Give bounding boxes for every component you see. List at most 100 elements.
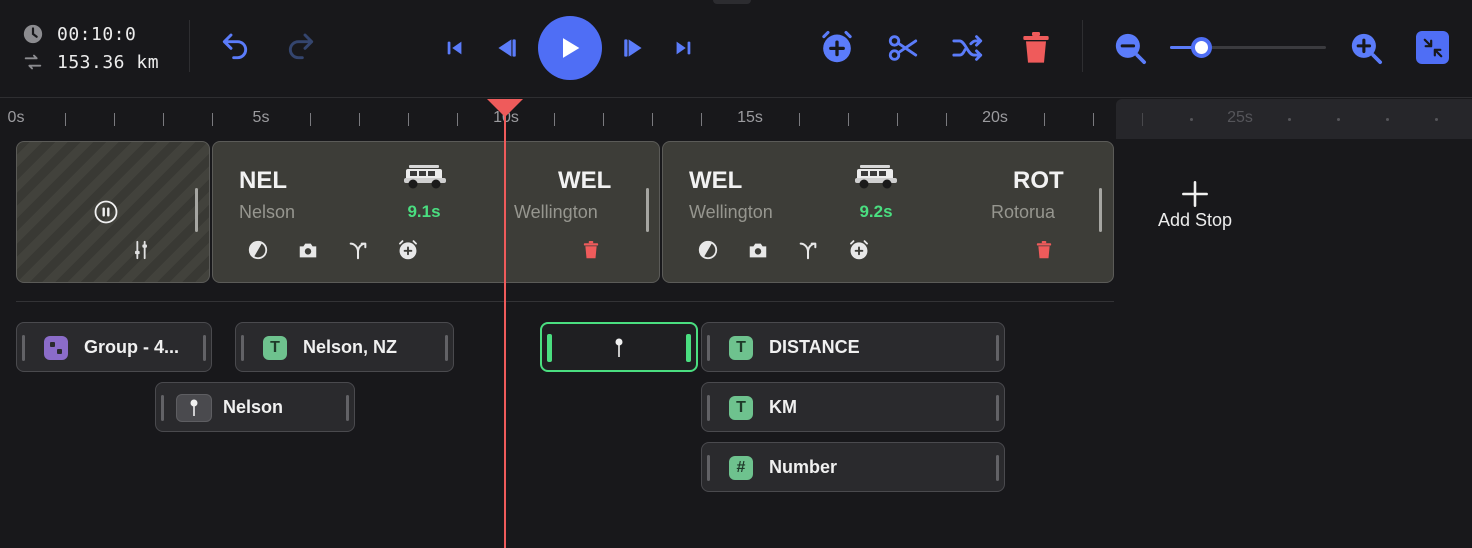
camera-button[interactable] [296, 238, 320, 262]
route-merge-button[interactable] [346, 238, 370, 262]
layer-number[interactable]: # Number [701, 442, 1005, 492]
ruler-tick [212, 113, 213, 126]
play-button[interactable] [538, 16, 602, 80]
pause-toggle[interactable] [94, 200, 118, 224]
camera-button[interactable] [746, 238, 770, 262]
map-style-button[interactable] [246, 238, 270, 262]
chip-right-handle[interactable] [686, 334, 691, 362]
playhead-handle[interactable] [487, 99, 523, 117]
sliders-icon [135, 240, 147, 260]
step-forward-icon [624, 39, 642, 57]
zoom-in-button[interactable] [1348, 30, 1384, 66]
skip-to-start-button[interactable] [443, 36, 467, 60]
zoom-slider[interactable] [1170, 37, 1326, 58]
chip-left-handle[interactable] [707, 395, 710, 421]
merge-icon [799, 242, 817, 260]
add-alarm-button[interactable] [847, 238, 871, 262]
text-icon: T [729, 396, 753, 420]
layer-group[interactable]: Group - 4... [16, 322, 212, 372]
skip-to-end-button[interactable] [671, 36, 695, 60]
delete-segment-button[interactable] [1032, 238, 1056, 262]
segment-card-nel-wel[interactable]: NEL Nelson 9.1s WEL Wellington [212, 141, 660, 283]
map-style-button[interactable] [696, 238, 720, 262]
chip-right-handle[interactable] [996, 455, 999, 481]
zoom-in-icon [1351, 33, 1383, 65]
split-button[interactable] [885, 30, 921, 66]
layer-label: Group - 4... [84, 337, 180, 357]
skip-end-icon [676, 41, 691, 55]
segment-to-city: Rotorua [991, 202, 1056, 222]
panel-grab-handle[interactable] [713, 0, 751, 4]
segment-to-code: WEL [558, 167, 612, 194]
collapse-icon [1423, 38, 1442, 57]
redo-button[interactable] [284, 30, 318, 64]
chip-left-handle[interactable] [547, 334, 552, 362]
playhead-line[interactable] [504, 99, 506, 548]
layer-pin-selected[interactable] [540, 322, 698, 372]
chip-right-handle[interactable] [203, 335, 206, 361]
ruler-dot [1386, 118, 1389, 121]
layer-text-nelson-nz[interactable]: T Nelson, NZ [235, 322, 454, 372]
ruler-tick [799, 113, 800, 126]
add-alarm-button[interactable] [396, 238, 420, 262]
layer-label: Number [769, 457, 838, 477]
delete-segment-button[interactable] [579, 238, 603, 262]
chip-left-handle[interactable] [22, 335, 25, 361]
chip-left-handle[interactable] [161, 395, 164, 421]
ruler-dot [1435, 118, 1438, 121]
group-icon [44, 336, 68, 360]
pause-segment-card[interactable] [16, 141, 210, 283]
chip-right-handle[interactable] [445, 335, 448, 361]
card-resize-handle[interactable] [646, 188, 649, 232]
undo-button[interactable] [218, 30, 252, 64]
card-resize-handle[interactable] [195, 188, 198, 232]
vehicle-4x4-icon [855, 165, 897, 189]
layer-text-km[interactable]: T KM [701, 382, 1005, 432]
zoom-out-button[interactable] [1112, 30, 1148, 66]
ruler-tick [1093, 113, 1094, 126]
trash-icon [1036, 241, 1052, 259]
segment-from-code: WEL [689, 167, 743, 194]
collapse-button[interactable] [1416, 31, 1449, 64]
ruler-out-of-range-region [1116, 99, 1472, 139]
track-divider [16, 301, 1114, 302]
layer-label: Nelson [223, 397, 284, 417]
layer-text-distance[interactable]: T DISTANCE [701, 322, 1005, 372]
chip-left-handle[interactable] [707, 455, 710, 481]
zoom-slider-thumb[interactable] [1191, 37, 1212, 58]
ruler-dot [1288, 118, 1291, 121]
contrast-icon [248, 240, 268, 260]
segment-from-city: Nelson [239, 202, 296, 222]
ruler-dot [1337, 118, 1340, 121]
chip-left-handle[interactable] [707, 335, 710, 361]
add-stop-label: Add Stop [1157, 210, 1233, 230]
alarm-add-icon [850, 240, 868, 260]
chip-right-handle[interactable] [996, 335, 999, 361]
step-back-button[interactable] [492, 34, 520, 62]
card-resize-handle[interactable] [1099, 188, 1102, 232]
step-forward-button[interactable] [620, 34, 648, 62]
add-stop-button[interactable]: Add Stop [1145, 180, 1245, 231]
chip-left-handle[interactable] [241, 335, 244, 361]
segment-from-code: NEL [239, 167, 287, 194]
play-icon [563, 38, 580, 58]
ruler-tick [701, 113, 702, 126]
layer-pin-nelson[interactable]: Nelson [155, 382, 355, 432]
time-ruler[interactable]: 0s 5s 10s 15s 20s 25s [0, 99, 1472, 139]
pause-settings-button[interactable] [129, 238, 153, 262]
merge-icon [349, 242, 367, 260]
trash-icon [583, 241, 599, 259]
chip-right-handle[interactable] [996, 395, 999, 421]
scissors-icon [888, 35, 918, 61]
segment-card-wel-rot[interactable]: WEL Wellington 9.2s ROT Rotorua [662, 141, 1114, 283]
route-icon [24, 54, 42, 70]
add-alarm-button[interactable] [819, 28, 855, 66]
hash-icon: # [729, 456, 753, 480]
skip-start-icon [447, 41, 462, 55]
chip-right-handle[interactable] [346, 395, 349, 421]
ruler-label-15s: 15s [737, 109, 763, 126]
elapsed-time: 00:10:0 [57, 23, 137, 45]
delete-button[interactable] [1018, 29, 1054, 67]
route-merge-button[interactable] [796, 238, 820, 262]
shuffle-button[interactable] [950, 30, 986, 66]
